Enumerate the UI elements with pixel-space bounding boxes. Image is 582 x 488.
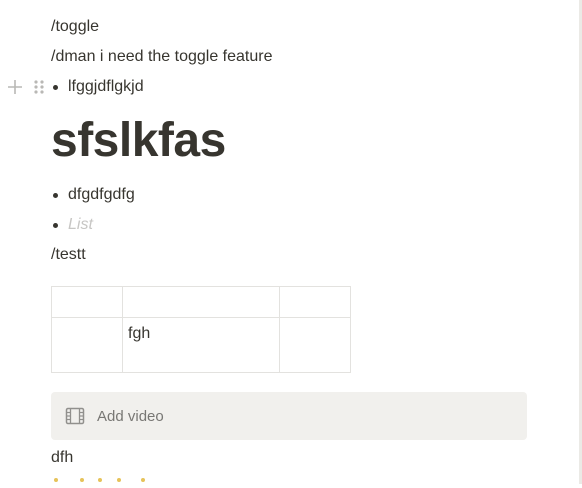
bullet-dot [53, 223, 58, 228]
text-line-testt[interactable]: /testt [51, 245, 86, 265]
add-video-label: Add video [97, 408, 164, 425]
star-icon[interactable] [117, 478, 121, 482]
table-cell[interactable] [51, 286, 123, 318]
bullet-item-2[interactable]: dfgdfgdfg [68, 185, 135, 205]
table-cell[interactable] [122, 286, 280, 318]
star-icon[interactable] [141, 478, 145, 482]
star-icon[interactable] [80, 478, 84, 482]
star-icon[interactable] [54, 478, 58, 482]
add-block-plus-icon[interactable] [6, 78, 24, 96]
text-line-dman[interactable]: /dman i need the toggle feature [51, 47, 273, 67]
table-row [51, 286, 351, 318]
table-cell[interactable] [51, 317, 123, 373]
star-icon[interactable] [98, 478, 102, 482]
table-cell[interactable] [279, 317, 351, 373]
bullet-dot [53, 85, 58, 90]
film-icon [65, 407, 85, 425]
add-video-block[interactable]: Add video [51, 392, 527, 440]
bullet-item-placeholder[interactable]: List [68, 215, 93, 235]
bullet-item-1[interactable]: lfggjdflgkjd [68, 77, 144, 97]
table-cell[interactable] [279, 286, 351, 318]
text-line-dfh[interactable]: dfh [51, 448, 73, 468]
table-cell[interactable]: fgh [122, 317, 280, 373]
simple-table: fgh [51, 286, 351, 373]
text-line-toggle-command[interactable]: /toggle [51, 17, 99, 37]
table-row: fgh [51, 317, 351, 373]
heading-1[interactable]: sfslkfas [51, 112, 226, 170]
drag-handle-icon[interactable] [33, 79, 45, 95]
star-rating[interactable] [51, 478, 161, 488]
bullet-dot [53, 193, 58, 198]
